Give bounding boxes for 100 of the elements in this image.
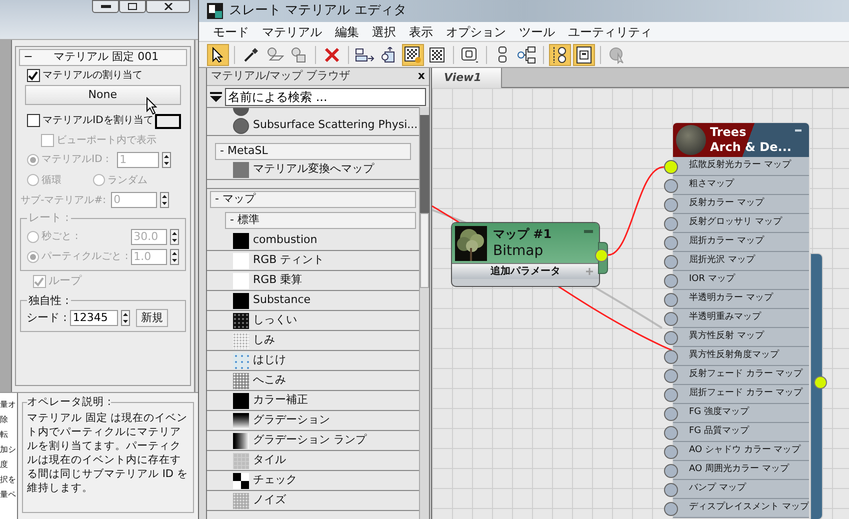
input-socket[interactable] [664, 407, 678, 421]
input-socket[interactable] [664, 236, 678, 250]
tree-diagram-icon [517, 46, 537, 64]
input-socket[interactable] [664, 312, 678, 326]
input-socket[interactable] [664, 160, 678, 174]
browser-list-item[interactable]: combustion [207, 231, 419, 251]
material-node[interactable] [672, 122, 810, 519]
menu-item[interactable]: モード [213, 22, 249, 40]
browser-list-item[interactable]: グラデーション ランプ [207, 431, 419, 451]
spinner-icon[interactable] [162, 152, 171, 168]
browser-list-item[interactable]: はじけ [207, 351, 419, 371]
browser-list-item[interactable]: カラー補正 [207, 391, 419, 411]
browser-list-item[interactable]: Substance [207, 291, 419, 311]
group-header[interactable]: - 標準 [225, 212, 416, 229]
checkbox[interactable] [32, 275, 46, 288]
spinner-icon[interactable] [120, 310, 130, 326]
input-socket[interactable] [664, 350, 678, 364]
operator-item[interactable]: 転 [0, 427, 17, 442]
sphere-cursor-icon [608, 46, 626, 64]
spinner-icon[interactable] [160, 192, 169, 208]
close-button[interactable] [146, 0, 190, 13]
menu-item[interactable]: マテリアル [262, 22, 322, 40]
toolbar-button[interactable] [516, 44, 538, 66]
close-button[interactable]: x [418, 68, 425, 85]
browser-list-item[interactable]: ノイズ [207, 491, 419, 511]
minimize-icon[interactable] [795, 129, 802, 132]
new-button[interactable]: 新規 [136, 309, 168, 327]
browser-list-item[interactable]: へこみ [207, 371, 419, 391]
node-subtitle: Bitmap [493, 243, 544, 260]
operator-item[interactable]: 除 [0, 412, 17, 427]
toolbar-button[interactable] [207, 44, 229, 66]
input-socket[interactable] [664, 293, 678, 307]
browser-list-item[interactable]: タイル [207, 451, 419, 471]
input-socket[interactable] [664, 464, 678, 478]
browser-list-item[interactable]: しっくい [207, 311, 419, 331]
toolbar-button[interactable] [549, 44, 571, 66]
menu-item[interactable]: ユーティリティ [568, 22, 652, 40]
view-tab[interactable]: View1 [432, 68, 502, 88]
input-socket[interactable] [664, 274, 678, 288]
spinner-icon[interactable] [170, 228, 179, 244]
dropdown-icon[interactable] [210, 92, 222, 102]
input-socket[interactable] [664, 217, 678, 231]
rollout-header[interactable]: − マテリアル 固定 001 [18, 49, 187, 66]
operator-item[interactable]: 量オ [0, 397, 17, 412]
input-socket[interactable] [664, 445, 678, 459]
menu-item[interactable]: 編集 [335, 22, 359, 40]
radio-button[interactable] [26, 174, 39, 186]
browser-list-item[interactable]: Subsurface Scattering Physi... [207, 116, 419, 136]
browser-list-item[interactable]: RGB 乗算 [207, 271, 419, 291]
menu-item[interactable]: 選択 [372, 22, 396, 40]
checkbox[interactable] [26, 114, 40, 126]
checkbox-label: マテリアルの割り当て [42, 68, 143, 83]
operator-item[interactable]: 択を [0, 472, 17, 487]
input-socket[interactable] [664, 388, 678, 402]
number-field[interactable]: 12345 [70, 310, 118, 326]
sphere-swatch [233, 118, 249, 134]
output-socket[interactable] [814, 376, 827, 389]
browser-list-item[interactable]: しみ [207, 331, 419, 351]
radio-button[interactable] [26, 250, 39, 262]
checkbox[interactable] [26, 69, 40, 82]
node-footer[interactable]: 追加パラメータ [452, 263, 599, 279]
toolbar-button[interactable] [573, 44, 595, 66]
noise-swatch [233, 332, 249, 348]
input-socket[interactable] [664, 426, 678, 440]
scrollbar[interactable] [419, 107, 429, 519]
input-socket[interactable] [664, 331, 678, 345]
browser-list-item[interactable]: チェック [207, 471, 419, 491]
node-canvas[interactable] [432, 88, 849, 519]
browser-list-item[interactable]: グラデーション [207, 411, 419, 431]
menu-item[interactable]: 表示 [409, 22, 433, 40]
search-field[interactable]: 名前による検索 ... [225, 88, 426, 106]
operator-item[interactable]: 度 [0, 457, 17, 472]
panel-icon [576, 46, 592, 64]
group-header[interactable]: - マップ [210, 191, 416, 208]
menu-item[interactable]: ツール [519, 22, 555, 40]
sphere-box-icon [290, 46, 308, 62]
input-socket[interactable] [664, 255, 678, 269]
input-socket[interactable] [664, 198, 678, 212]
radio-button[interactable] [26, 230, 39, 242]
input-socket[interactable] [664, 369, 678, 383]
browser-list-item[interactable]: RGB ティント [207, 251, 419, 271]
material-button[interactable]: None [24, 85, 181, 105]
color-swatch [233, 272, 249, 288]
input-socket[interactable] [664, 502, 678, 516]
operator-item[interactable]: 加シ [0, 442, 17, 457]
browser-list-item[interactable]: マテリアル変換へマップ [207, 160, 419, 180]
input-socket[interactable] [664, 179, 678, 193]
operator-item[interactable]: 量ペ [0, 487, 17, 502]
map-node[interactable]: マップ #1 Bitmap 追加パラメータ [451, 222, 600, 287]
spinner-icon[interactable] [170, 248, 179, 264]
group-header[interactable]: - MetaSL [215, 143, 411, 160]
minimize-button[interactable] [92, 0, 119, 13]
toolbar-button[interactable] [402, 44, 424, 66]
node-title: Trees [710, 125, 748, 140]
menu-item[interactable]: オプション [446, 22, 506, 40]
radio-button[interactable] [92, 174, 105, 186]
checkbox[interactable] [40, 134, 54, 146]
input-socket[interactable] [664, 483, 678, 497]
radio-button[interactable] [26, 154, 39, 166]
maximize-button[interactable] [119, 0, 146, 13]
